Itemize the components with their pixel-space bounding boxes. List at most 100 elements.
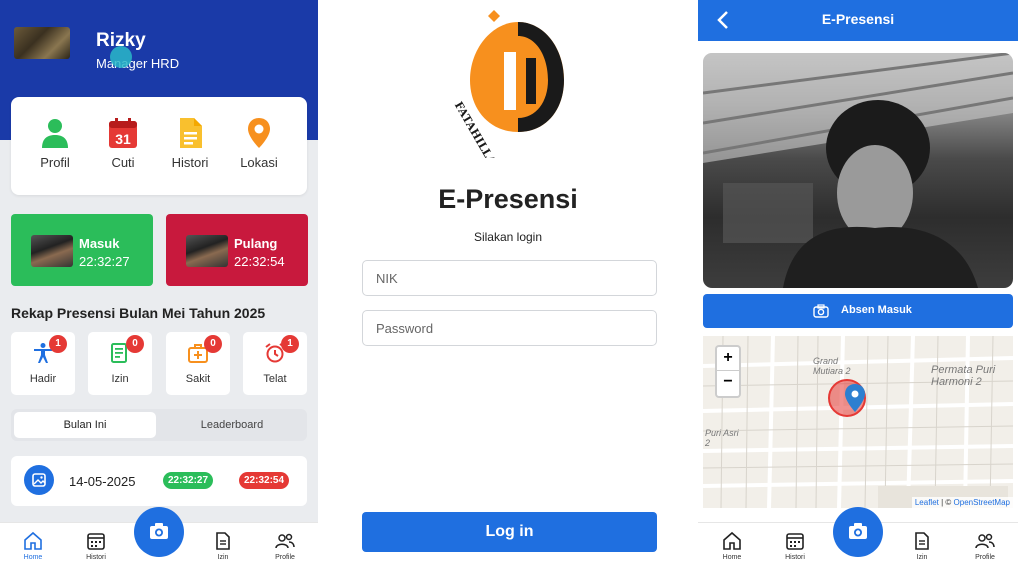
- tab-bulan-ini[interactable]: Bulan Ini: [14, 412, 156, 438]
- pulang-label: Pulang: [234, 236, 278, 251]
- nik-input[interactable]: [362, 260, 657, 296]
- stat-telat-badge: 1: [281, 335, 299, 353]
- home-icon: [24, 531, 42, 550]
- history-date: 14-05-2025: [69, 474, 136, 489]
- history-out-badge: 22:32:54: [239, 472, 290, 489]
- nav-home-label-2: Home: [722, 554, 742, 561]
- stat-hadir-label: Hadir: [29, 373, 57, 385]
- masuk-label: Masuk: [79, 236, 120, 251]
- calendar-icon: 31: [109, 118, 137, 148]
- nav-profile-2[interactable]: Profile: [960, 531, 1010, 561]
- history-row[interactable]: 14-05-2025 22:32:27 22:32:54: [11, 456, 307, 506]
- nav-histori-label: Histori: [86, 554, 106, 561]
- stat-hadir[interactable]: 1 Hadir: [11, 332, 75, 395]
- camera-icon: [813, 304, 829, 318]
- map-pin-icon: [248, 118, 270, 148]
- nav-izin-label: Izin: [217, 554, 229, 561]
- history-in-badge: 22:32:27: [163, 472, 214, 489]
- menu-cuti-label: Cuti: [111, 155, 135, 170]
- leaflet-link[interactable]: Leaflet: [915, 498, 939, 507]
- person-icon: [42, 119, 68, 148]
- nav-profile-label: Profile: [275, 554, 295, 561]
- page-title: E-Presensi: [821, 11, 895, 27]
- attribution-separator: | ©: [938, 498, 954, 507]
- nav-histori[interactable]: Histori: [71, 531, 121, 561]
- nav-home-label: Home: [23, 554, 43, 561]
- nav-home[interactable]: Home: [8, 531, 58, 561]
- user-avatar[interactable]: [14, 27, 70, 59]
- stat-sakit-label: Sakit: [185, 373, 211, 385]
- calendar-day: 31: [115, 131, 131, 147]
- nav-histori-label-2: Histori: [785, 554, 805, 561]
- stat-izin-badge: 0: [126, 335, 144, 353]
- stat-sakit[interactable]: 0 Sakit: [166, 332, 230, 395]
- camera-preview: [703, 53, 1013, 288]
- masuk-photo: [31, 235, 73, 267]
- login-screen: FATAHILLAH E-Presensi Silakan login Log …: [318, 0, 698, 572]
- menu-lokasi[interactable]: Lokasi: [229, 117, 289, 170]
- stat-hadir-badge: 1: [49, 335, 67, 353]
- nav-home-2[interactable]: Home: [707, 531, 757, 561]
- nav-camera-button-2[interactable]: [833, 507, 883, 557]
- users-icon: [275, 533, 295, 549]
- stat-telat[interactable]: 1 Telat: [243, 332, 307, 395]
- location-map[interactable]: + − Grand Mutiara 2 Permata Puri Harmoni…: [703, 336, 1013, 508]
- menu-lokasi-label: Lokasi: [240, 155, 278, 170]
- fatahillah-logo: FATAHILLAH: [452, 10, 564, 158]
- menu-cuti[interactable]: 31 Cuti: [93, 117, 153, 170]
- masuk-card[interactable]: Masuk 22:32:27: [11, 214, 153, 286]
- stat-izin[interactable]: 0 Izin: [88, 332, 152, 395]
- document-icon: [216, 532, 230, 550]
- nav-profile-label-2: Profile: [975, 554, 995, 561]
- nav-izin-2[interactable]: Izin: [897, 531, 947, 561]
- osm-link[interactable]: OpenStreetMap: [954, 498, 1010, 507]
- nav-profile[interactable]: Profile: [260, 531, 310, 561]
- bottom-nav-2: Home Histori Izin Profile: [698, 507, 1018, 572]
- rekap-title: Rekap Presensi Bulan Mei Tahun 2025: [11, 305, 266, 321]
- map-label-grand-mutiara: Grand Mutiara 2: [813, 356, 851, 376]
- map-attribution: Leaflet | © OpenStreetMap: [911, 497, 1013, 508]
- zoom-in-button[interactable]: +: [717, 347, 739, 371]
- nav-izin[interactable]: Izin: [198, 531, 248, 561]
- stat-izin-label: Izin: [111, 373, 129, 385]
- map-label-permata: Permata Puri Harmoni 2: [931, 364, 996, 388]
- pulang-card[interactable]: Pulang 22:32:54: [166, 214, 308, 286]
- location-marker[interactable]: [827, 376, 871, 426]
- menu-histori[interactable]: Histori: [160, 117, 220, 170]
- menu-histori-label: Histori: [171, 155, 209, 170]
- home-screen: Rizky Manager HRD Profil 31 Cuti Histori…: [0, 0, 318, 572]
- camera-icon: [849, 523, 867, 539]
- stat-sakit-badge: 0: [204, 335, 222, 353]
- nav-histori-2[interactable]: Histori: [770, 531, 820, 561]
- calendar-icon: [786, 533, 804, 550]
- camera-icon: [150, 523, 168, 539]
- main-menu-card: Profil 31 Cuti Histori Lokasi: [11, 97, 307, 195]
- document-icon: [180, 118, 202, 148]
- stat-telat-label: Telat: [263, 373, 287, 385]
- menu-profil[interactable]: Profil: [25, 117, 85, 170]
- login-subtitle: Silakan login: [473, 230, 543, 244]
- top-bar: E-Presensi: [698, 0, 1018, 41]
- login-button[interactable]: Log in: [362, 512, 657, 552]
- absen-masuk-label: Absen Masuk: [841, 304, 912, 316]
- pulang-photo: [186, 235, 228, 267]
- map-label-puri-asri: Puri Asri 2: [705, 428, 739, 448]
- tab-leaderboard[interactable]: Leaderboard: [161, 412, 303, 438]
- login-title: E-Presensi: [438, 184, 578, 214]
- zoom-control: + −: [715, 345, 741, 398]
- bottom-nav: Home Histori Izin Profile: [0, 507, 318, 572]
- presensi-screen: E-Presensi Absen Masuk + − Grand Mutiara…: [698, 0, 1018, 572]
- nav-camera-button[interactable]: [134, 507, 184, 557]
- image-icon: [24, 465, 54, 495]
- absen-masuk-button[interactable]: Absen Masuk: [703, 294, 1013, 328]
- password-input[interactable]: [362, 310, 657, 346]
- calendar-icon: [87, 533, 105, 550]
- pulang-time: 22:32:54: [234, 254, 285, 269]
- rekap-tabs: Bulan Ini Leaderboard: [11, 409, 307, 441]
- user-role: Manager HRD: [96, 56, 180, 71]
- masuk-time: 22:32:27: [79, 254, 130, 269]
- menu-profil-label: Profil: [40, 155, 70, 170]
- zoom-out-button[interactable]: −: [717, 371, 739, 395]
- nav-izin-label-2: Izin: [916, 554, 928, 561]
- home-icon: [723, 531, 741, 550]
